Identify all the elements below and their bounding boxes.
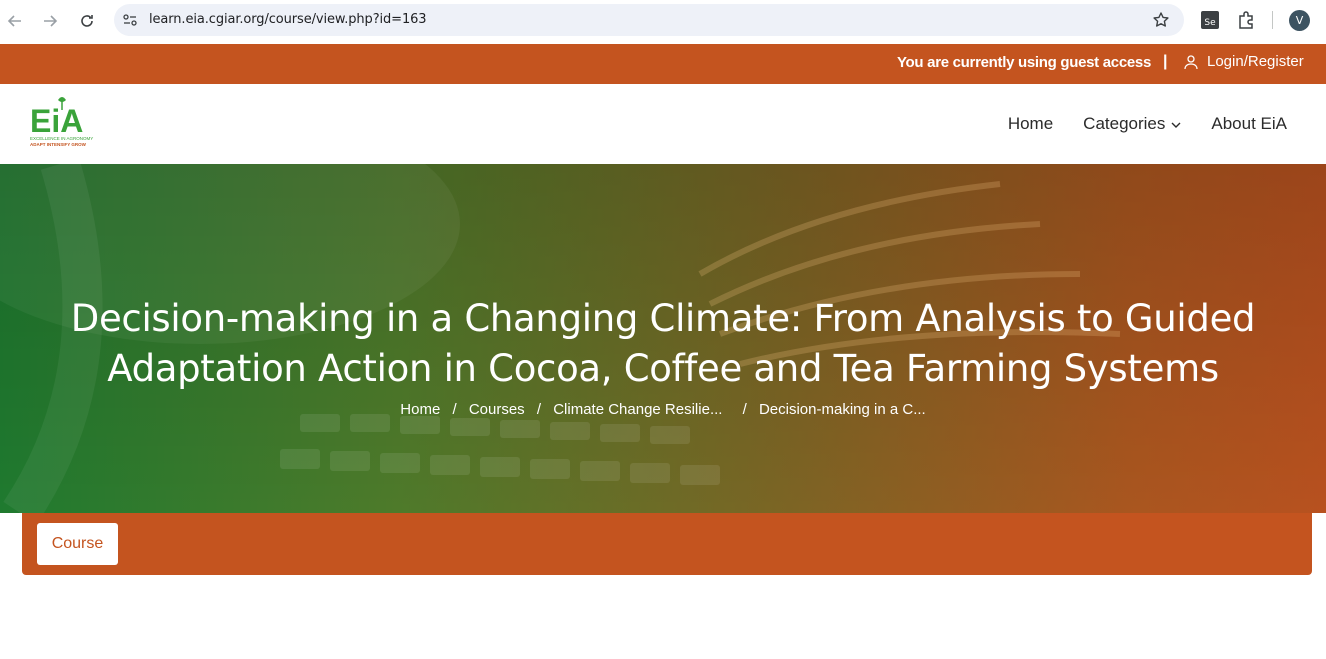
- guest-access-bar: You are currently using guest access | L…: [0, 44, 1326, 84]
- breadcrumb-separator: /: [536, 401, 542, 418]
- eia-logo[interactable]: EiA EXCELLENCE IN AGRONOMY ADAPT INTENSI…: [28, 94, 102, 152]
- bookmark-star-icon[interactable]: [1152, 11, 1170, 29]
- reload-icon: [81, 15, 93, 27]
- login-register-link[interactable]: Login/Register: [1183, 53, 1304, 70]
- extension-se-icon[interactable]: Se: [1200, 10, 1220, 30]
- extension-se-label: Se: [1204, 18, 1216, 28]
- reload-button[interactable]: [74, 8, 100, 34]
- course-secondary-nav: Course: [22, 513, 1312, 575]
- logo-tagline-1: EXCELLENCE IN AGRONOMY: [30, 136, 93, 141]
- breadcrumb: Home / Courses / Climate Change Resilie.…: [0, 401, 1326, 418]
- extensions-puzzle-icon[interactable]: [1236, 10, 1256, 30]
- logo-text: EiA: [30, 103, 83, 139]
- profile-avatar[interactable]: V: [1289, 10, 1310, 31]
- url-text[interactable]: learn.eia.cgiar.org/course/view.php?id=1…: [149, 12, 427, 27]
- breadcrumb-home[interactable]: Home: [400, 401, 440, 418]
- logo-tagline-2: ADAPT INTENSIFY GROW: [30, 142, 87, 147]
- login-register-label[interactable]: Login/Register: [1207, 53, 1304, 70]
- browser-toolbar: learn.eia.cgiar.org/course/view.php?id=1…: [0, 0, 1326, 44]
- menu-item-categories[interactable]: Categories: [1083, 114, 1181, 134]
- main-menu: Home Categories About EiA: [1008, 114, 1287, 134]
- tab-course-label[interactable]: Course: [52, 535, 104, 553]
- breadcrumb-separator: /: [742, 401, 747, 418]
- menu-about-label[interactable]: About EiA: [1211, 114, 1287, 134]
- menu-categories-label[interactable]: Categories: [1083, 114, 1165, 134]
- guest-bar-separator: |: [1163, 53, 1168, 70]
- course-hero-banner: Decision-making in a Changing Climate: F…: [0, 164, 1326, 513]
- arrow-right-icon: [44, 15, 58, 27]
- back-button[interactable]: [2, 8, 28, 34]
- toolbar-divider: [1272, 11, 1273, 29]
- course-title-line-1: Decision-making in a Changing Climate: F…: [70, 297, 1256, 340]
- guest-access-text: You are currently using guest access: [896, 54, 1151, 71]
- breadcrumb-separator: /: [452, 401, 457, 418]
- menu-item-about[interactable]: About EiA: [1211, 114, 1287, 134]
- site-settings-icon[interactable]: [122, 12, 138, 28]
- menu-home-label[interactable]: Home: [1008, 114, 1053, 134]
- course-title: Decision-making in a Changing Climate: F…: [60, 294, 1266, 394]
- site-header: EiA EXCELLENCE IN AGRONOMY ADAPT INTENSI…: [0, 84, 1326, 164]
- menu-item-home[interactable]: Home: [1008, 114, 1053, 134]
- breadcrumb-current[interactable]: Decision-making in a C...: [759, 401, 926, 418]
- forward-button[interactable]: [37, 8, 63, 34]
- user-icon: [1184, 54, 1198, 69]
- breadcrumb-category[interactable]: Climate Change Resilie...: [553, 401, 722, 418]
- course-title-line-2: Adaptation Action in Cocoa, Coffee and T…: [107, 347, 1219, 390]
- tab-course[interactable]: Course: [37, 523, 118, 565]
- arrow-left-icon: [7, 15, 21, 27]
- address-bar[interactable]: learn.eia.cgiar.org/course/view.php?id=1…: [114, 4, 1184, 36]
- chevron-down-icon: [1171, 122, 1181, 128]
- breadcrumb-courses[interactable]: Courses: [469, 401, 525, 418]
